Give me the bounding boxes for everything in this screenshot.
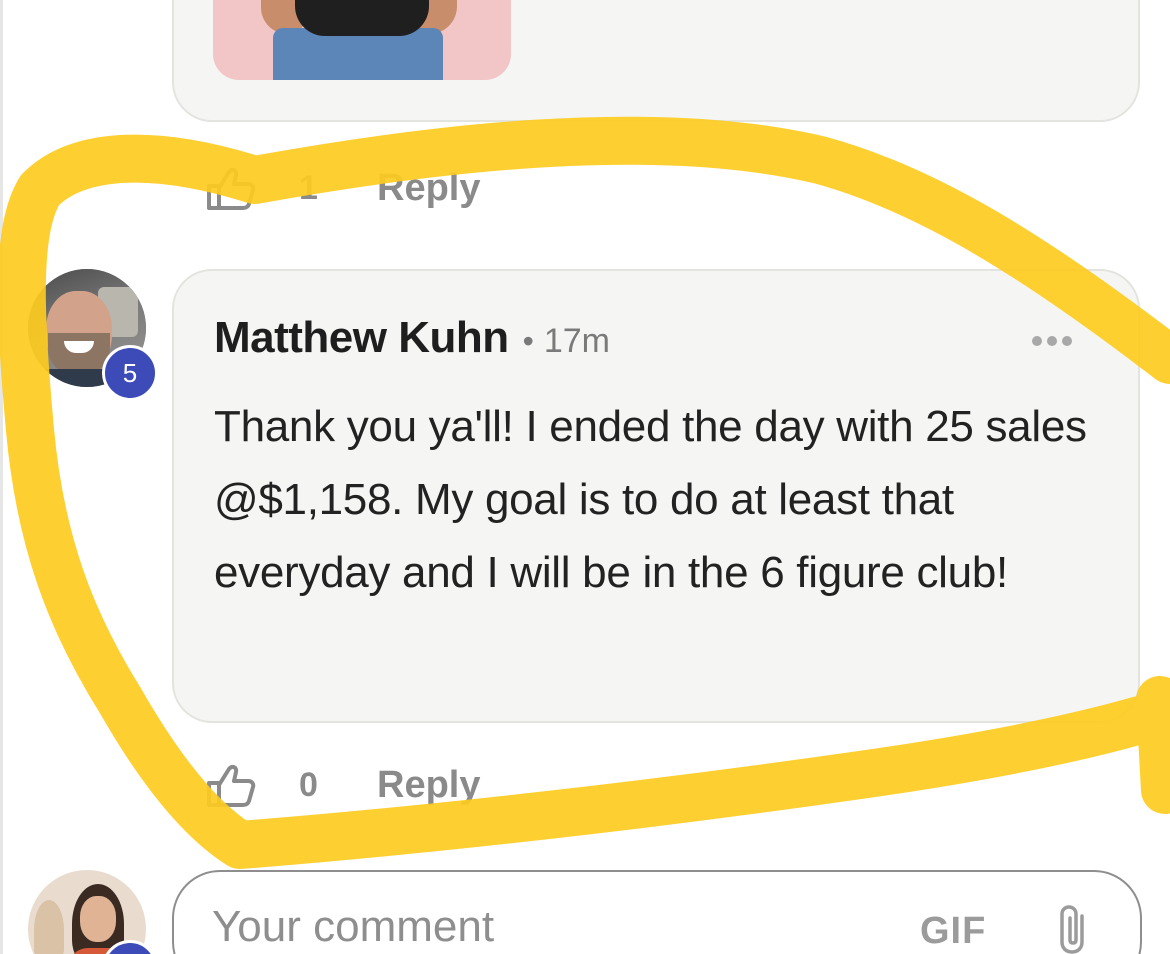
thumbs-up-icon[interactable] bbox=[205, 166, 259, 210]
community-post-comments: 1 Reply 5 Matthew Kuhn • 17m Thank you y… bbox=[0, 0, 1170, 954]
paperclip-icon[interactable] bbox=[1056, 902, 1096, 954]
gif-button[interactable]: GIF bbox=[920, 910, 986, 953]
more-dots-icon[interactable] bbox=[1032, 334, 1072, 348]
previous-comment-image[interactable] bbox=[213, 0, 511, 80]
reply-button[interactable]: Reply bbox=[377, 167, 480, 210]
comment-actions: 0 Reply bbox=[205, 760, 480, 810]
separator-dot: • bbox=[522, 323, 534, 359]
like-count: 1 bbox=[299, 168, 318, 207]
thumbs-up-icon[interactable] bbox=[205, 763, 259, 807]
reply-button[interactable]: Reply bbox=[377, 764, 480, 807]
previous-comment-actions: 1 Reply bbox=[205, 163, 480, 213]
comment-timestamp: 17m bbox=[543, 322, 610, 360]
comment-input[interactable] bbox=[212, 902, 892, 952]
feed-left-border bbox=[0, 0, 3, 954]
like-count: 0 bbox=[299, 765, 318, 804]
comment-header: Matthew Kuhn • 17m bbox=[214, 313, 610, 363]
author-level-badge: 5 bbox=[102, 345, 158, 401]
comment-text: Thank you ya'll! I ended the day with 25… bbox=[214, 402, 1087, 597]
author-name[interactable]: Matthew Kuhn bbox=[214, 313, 509, 363]
